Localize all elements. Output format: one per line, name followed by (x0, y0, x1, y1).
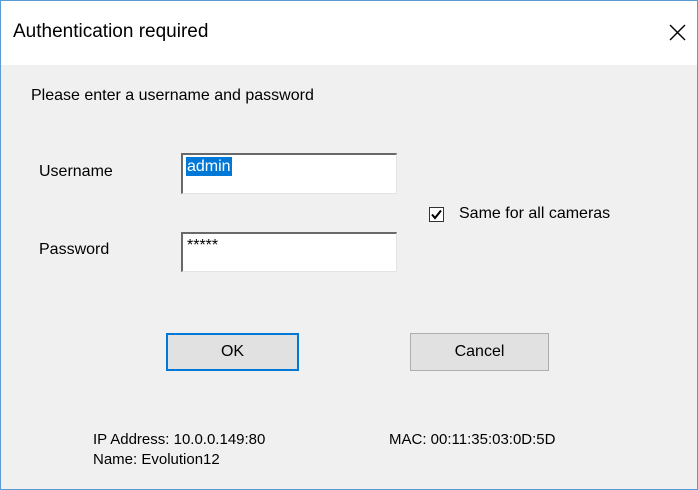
close-icon (669, 24, 686, 41)
password-value: ***** (187, 237, 219, 254)
prompt-text: Please enter a username and password (31, 87, 314, 104)
password-input[interactable]: ***** (181, 232, 397, 272)
ok-button-label: OK (220, 343, 245, 360)
close-button[interactable] (657, 11, 697, 55)
password-label: Password (39, 241, 110, 258)
username-value: admin (186, 157, 232, 176)
username-input[interactable]: admin (181, 153, 397, 194)
auth-dialog: Authentication required Please enter a u… (0, 0, 698, 490)
same-for-all-checkbox[interactable] (429, 207, 444, 222)
mac-address-text: MAC: 00:11:35:03:0D:5D (389, 431, 556, 448)
dialog-body: Please enter a username and password Use… (1, 65, 697, 489)
same-for-all-label: Same for all cameras (459, 205, 611, 222)
ip-address-text: IP Address: 10.0.0.149:80 (93, 431, 266, 448)
ok-button[interactable]: OK (166, 333, 299, 371)
title-bar: Authentication required (1, 1, 697, 65)
camera-name-text: Name: Evolution12 (93, 451, 220, 468)
username-label: Username (39, 163, 113, 180)
cancel-button-label: Cancel (454, 343, 505, 360)
cancel-button[interactable]: Cancel (410, 333, 549, 371)
checkmark-icon (431, 209, 442, 220)
dialog-title: Authentication required (13, 21, 209, 42)
